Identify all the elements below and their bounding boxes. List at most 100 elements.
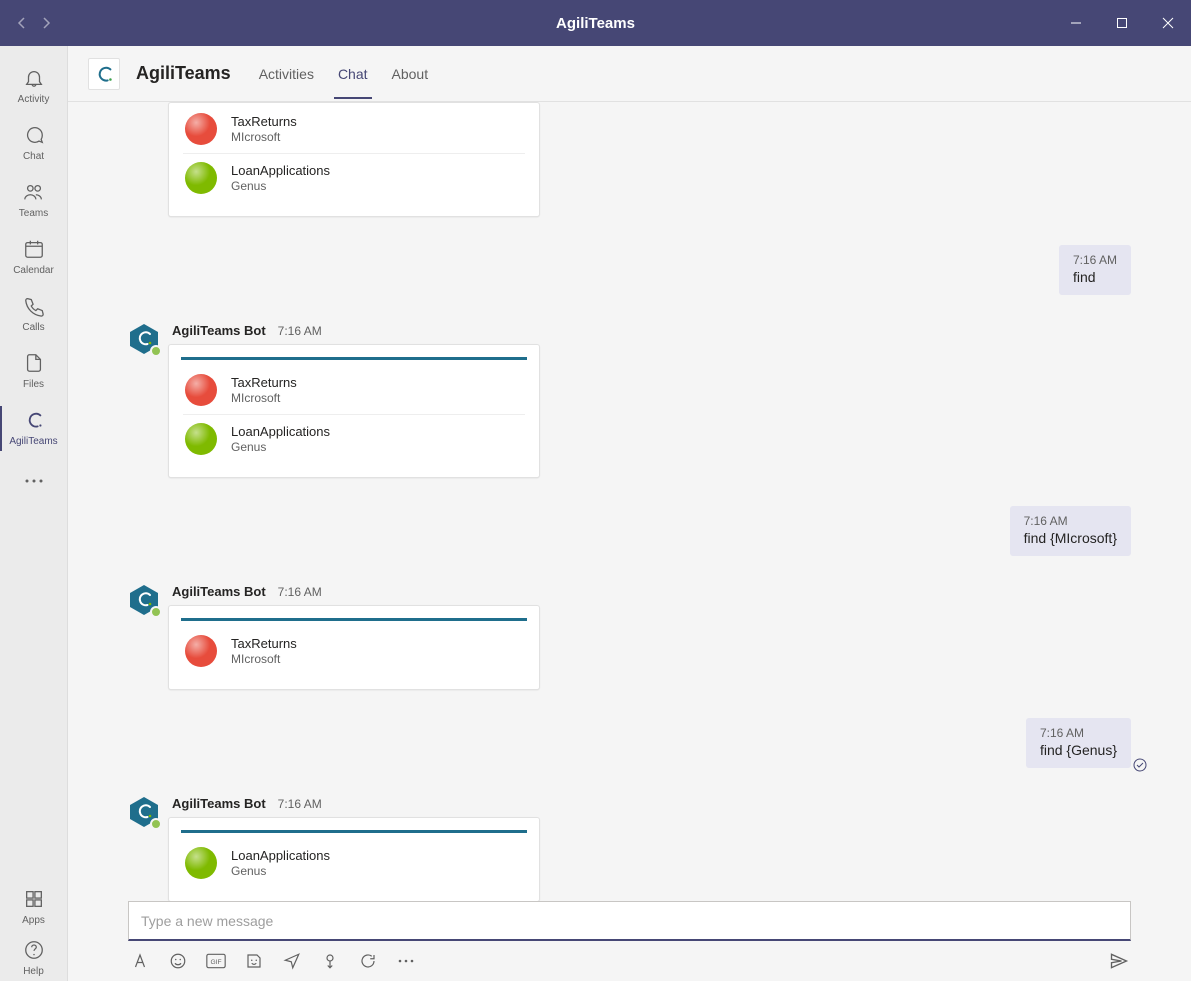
user-message[interactable]: 7:16 AM find {Genus}	[1026, 718, 1131, 768]
bell-icon	[22, 66, 46, 90]
presence-available-icon	[150, 345, 162, 357]
message-text: find	[1073, 269, 1117, 285]
send-button[interactable]	[1109, 951, 1129, 971]
user-message[interactable]: 7:16 AM find {MIcrosoft}	[1010, 506, 1131, 556]
result-subtitle: Genus	[231, 440, 330, 454]
nav-back-icon[interactable]	[16, 17, 28, 29]
user-message[interactable]: 7:16 AM find	[1059, 245, 1131, 295]
rail-files[interactable]: Files	[0, 343, 68, 400]
result-row[interactable]: TaxReturns MIcrosoft	[183, 105, 525, 154]
app-rail: Activity Chat Teams Calendar Calls	[0, 46, 68, 981]
compose-box[interactable]	[128, 901, 1131, 941]
green-orb-icon	[185, 423, 217, 455]
rail-agiliteams[interactable]: AgiliTeams	[0, 400, 68, 457]
rail-help[interactable]: Help	[0, 930, 68, 981]
result-row[interactable]: LoanApplications Genus	[183, 415, 525, 463]
nav-forward-icon[interactable]	[40, 17, 52, 29]
result-subtitle: MIcrosoft	[231, 652, 297, 666]
rail-label: Calendar	[13, 265, 54, 276]
app-logo-icon	[88, 58, 120, 90]
more-actions-icon[interactable]	[396, 951, 416, 971]
rail-label: Teams	[19, 208, 48, 219]
chat-area: TaxReturns MIcrosoft LoanApplications Ge…	[68, 102, 1191, 901]
result-row[interactable]: TaxReturns MIcrosoft	[183, 366, 525, 415]
presence-available-icon	[150, 818, 162, 830]
file-icon	[22, 351, 46, 375]
message-text: find {MIcrosoft}	[1024, 530, 1117, 546]
format-icon[interactable]	[130, 951, 150, 971]
sticker-icon[interactable]	[244, 951, 264, 971]
rail-label: Chat	[23, 151, 44, 162]
message-text: find {Genus}	[1040, 742, 1117, 758]
rail-activity[interactable]: Activity	[0, 58, 68, 115]
calendar-icon	[22, 237, 46, 261]
message-time: 7:16 AM	[278, 324, 322, 338]
rail-teams[interactable]: Teams	[0, 172, 68, 229]
apps-icon	[22, 887, 46, 911]
window-minimize-button[interactable]	[1053, 0, 1099, 46]
svg-text:GIF: GIF	[210, 959, 221, 966]
message-time: 7:16 AM	[278, 585, 322, 599]
app-header: AgiliTeams Activities Chat About	[68, 46, 1191, 102]
red-orb-icon	[185, 374, 217, 406]
compose-area: GIF	[68, 901, 1191, 981]
window-close-button[interactable]	[1145, 0, 1191, 46]
bot-avatar-icon	[128, 323, 160, 355]
approvals-icon[interactable]	[320, 951, 340, 971]
rail-more[interactable]	[0, 457, 68, 505]
rail-label: Activity	[18, 94, 50, 105]
result-title: LoanApplications	[231, 424, 330, 440]
result-row[interactable]: LoanApplications Genus	[183, 154, 525, 202]
result-subtitle: Genus	[231, 179, 330, 193]
message-time: 7:16 AM	[1073, 253, 1117, 267]
rail-label: Apps	[22, 915, 45, 926]
rail-chat[interactable]: Chat	[0, 115, 68, 172]
red-orb-icon	[185, 113, 217, 145]
emoji-icon[interactable]	[168, 951, 188, 971]
red-orb-icon	[185, 635, 217, 667]
agiliteams-app-icon	[22, 408, 46, 432]
tab-about[interactable]: About	[388, 50, 433, 98]
result-row[interactable]: TaxReturns MIcrosoft	[183, 627, 525, 675]
message-author: AgiliTeams Bot	[172, 584, 266, 599]
titlebar: AgiliTeams	[0, 0, 1191, 46]
result-subtitle: Genus	[231, 864, 330, 878]
priority-icon[interactable]	[282, 951, 302, 971]
message-input[interactable]	[139, 912, 1120, 930]
green-orb-icon	[185, 847, 217, 879]
loop-icon[interactable]	[358, 951, 378, 971]
bot-result-card: TaxReturns MIcrosoft LoanApplications Ge…	[168, 344, 540, 478]
rail-label: Files	[23, 379, 44, 390]
message-time: 7:16 AM	[1040, 726, 1117, 740]
message-author: AgiliTeams Bot	[172, 323, 266, 338]
result-subtitle: MIcrosoft	[231, 130, 297, 144]
green-orb-icon	[185, 162, 217, 194]
app-name: AgiliTeams	[136, 63, 231, 84]
message-author: AgiliTeams Bot	[172, 796, 266, 811]
presence-available-icon	[150, 606, 162, 618]
bot-avatar-icon	[128, 796, 160, 828]
bot-result-card: LoanApplications Genus	[168, 817, 540, 901]
read-receipt-icon	[1133, 758, 1147, 772]
result-title: LoanApplications	[231, 163, 330, 179]
result-row[interactable]: LoanApplications Genus	[183, 839, 525, 887]
tab-chat[interactable]: Chat	[334, 50, 372, 98]
rail-calls[interactable]: Calls	[0, 286, 68, 343]
tab-activities[interactable]: Activities	[255, 50, 318, 98]
rail-apps[interactable]: Apps	[0, 879, 68, 930]
gif-icon[interactable]: GIF	[206, 951, 226, 971]
help-icon	[22, 938, 46, 962]
result-title: TaxReturns	[231, 636, 297, 652]
window-maximize-button[interactable]	[1099, 0, 1145, 46]
window-title: AgiliTeams	[556, 15, 635, 32]
rail-calendar[interactable]: Calendar	[0, 229, 68, 286]
bot-result-card: TaxReturns MIcrosoft LoanApplications Ge…	[168, 102, 540, 217]
message-time: 7:16 AM	[278, 797, 322, 811]
result-title: TaxReturns	[231, 375, 297, 391]
message-time: 7:16 AM	[1024, 514, 1117, 528]
bot-result-card: TaxReturns MIcrosoft	[168, 605, 540, 690]
phone-icon	[22, 294, 46, 318]
more-icon	[22, 469, 46, 493]
chat-icon	[22, 123, 46, 147]
bot-avatar-icon	[128, 584, 160, 616]
